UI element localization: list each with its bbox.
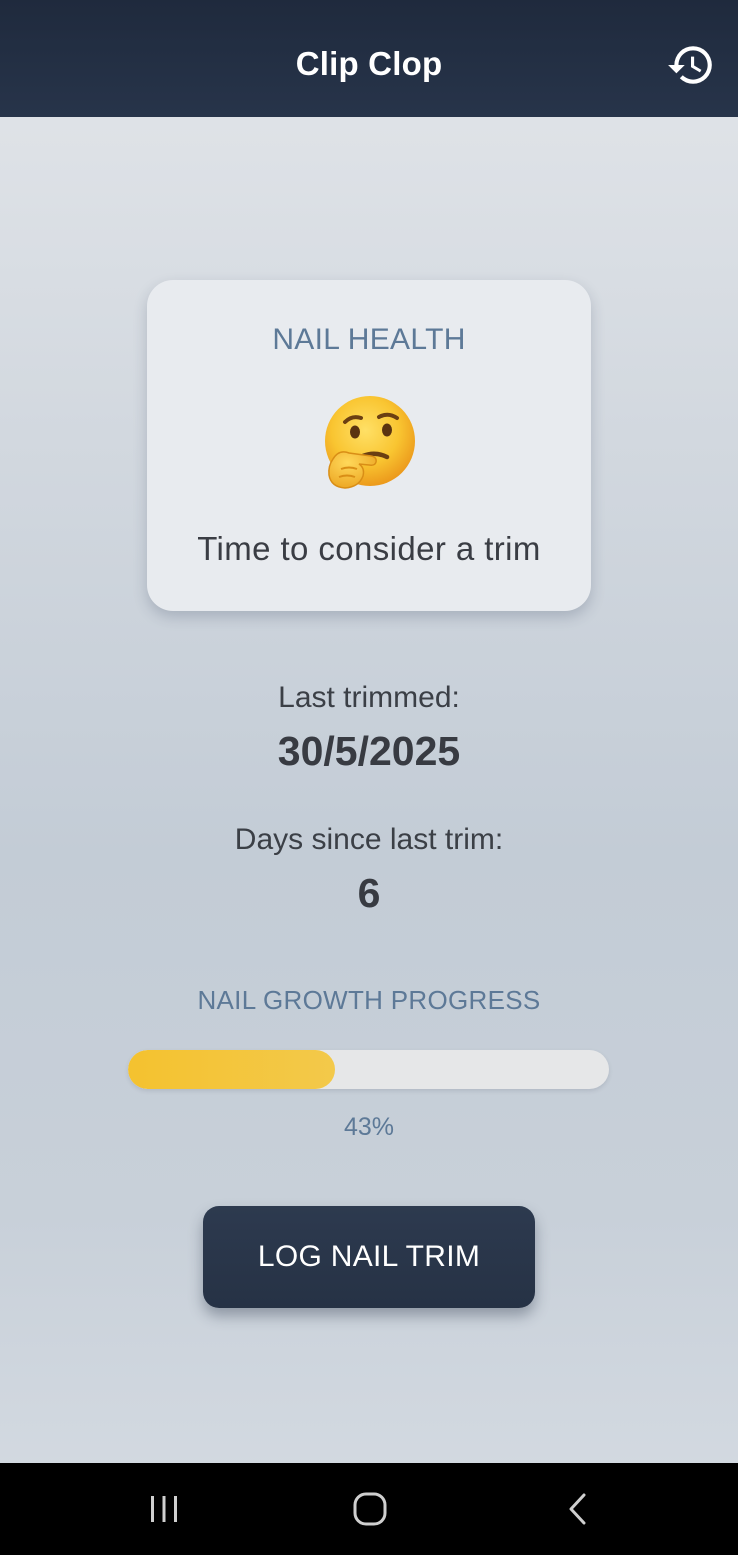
history-button[interactable] [664, 38, 718, 92]
growth-progress-bar [128, 1050, 609, 1089]
growth-progress-title: NAIL GROWTH PROGRESS [197, 985, 541, 1015]
nail-health-card: NAIL HEALTH Time to consider a trim [147, 280, 591, 611]
thinking-face-emoji-icon [319, 393, 419, 493]
home-icon [353, 1492, 387, 1526]
back-button[interactable] [533, 1463, 623, 1555]
last-trimmed-label: Last trimmed: [278, 681, 460, 714]
home-button[interactable] [325, 1463, 415, 1555]
last-trimmed-value: 30/5/2025 [277, 728, 461, 774]
system-nav-bar [0, 1463, 738, 1555]
app-bar: Clip Clop [0, 0, 738, 117]
recents-icon [151, 1496, 177, 1522]
log-nail-trim-button[interactable]: LOG NAIL TRIM [203, 1206, 535, 1308]
recents-button[interactable] [119, 1463, 209, 1555]
growth-progress-percent: 43% [343, 1113, 395, 1141]
days-since-value: 6 [357, 870, 381, 916]
nail-health-title: NAIL HEALTH [272, 323, 466, 356]
history-icon [668, 46, 712, 84]
days-since-label: Days since last trim: [234, 823, 504, 856]
nail-health-message: Time to consider a trim [197, 530, 541, 567]
growth-progress-fill [128, 1050, 335, 1089]
app-title: Clip Clop [295, 44, 443, 82]
back-icon [569, 1493, 586, 1525]
